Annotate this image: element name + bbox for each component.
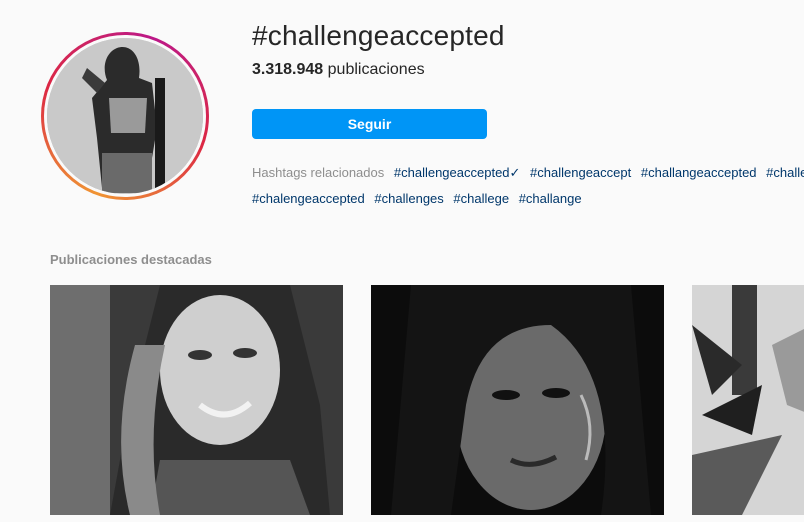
post-count: 3.318.948 publicaciones [252,61,425,79]
related-label: Hashtags relacionados [252,165,385,180]
avatar-figure [47,38,203,194]
related-tag[interactable]: #challangeaccepted [641,165,757,180]
related-tag[interactable]: #challenges [374,191,443,206]
hashtag-title: #challengeaccepted [252,20,505,51]
post-image [50,285,343,515]
related-tag[interactable]: #challengeaccepted✓ [394,165,521,180]
related-row-2: #chalengeaccepted #challenges #challege … [252,186,804,212]
featured-posts-title: Publicaciones destacadas [50,252,212,267]
related-hashtags: Hashtags relacionados #challengeaccepted… [252,160,804,212]
hashtag-avatar[interactable] [41,32,209,200]
related-tag[interactable]: #challange [519,191,582,206]
related-tag[interactable]: #challengeaccept [530,165,631,180]
related-row-1: Hashtags relacionados #challengeaccepted… [252,160,804,186]
avatar-photo [47,38,203,194]
post-count-label: publicaciones [327,61,425,78]
related-tag[interactable]: #challege [453,191,509,206]
post-count-number: 3.318.948 [252,61,324,78]
page-bottom-edge [0,515,804,522]
related-tag[interactable]: #challe [766,165,804,180]
featured-post-2[interactable] [371,285,664,515]
post-image [692,285,804,515]
follow-button[interactable]: Seguir [252,109,487,139]
post-image [371,285,664,515]
related-tag[interactable]: #chalengeaccepted [252,191,365,206]
featured-post-1[interactable] [50,285,343,515]
featured-post-3[interactable] [692,285,804,515]
